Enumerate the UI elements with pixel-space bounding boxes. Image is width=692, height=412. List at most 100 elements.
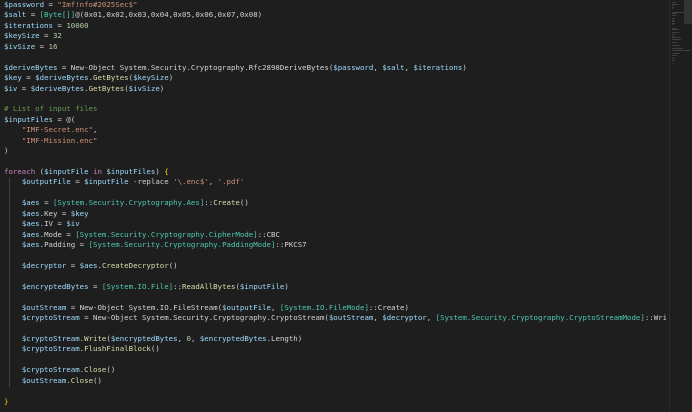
code-line[interactable]: $ivSize = 16 — [4, 42, 666, 52]
code-token: ::Create) — [368, 302, 409, 312]
code-token: = New-Object System.Security.Cryptograph… — [79, 313, 329, 323]
code-token: ) — [159, 83, 165, 93]
code-token: () — [93, 375, 102, 385]
code-line[interactable] — [4, 271, 666, 281]
code-line[interactable]: $iterations = 10000 — [4, 21, 666, 31]
code-token: , — [190, 334, 200, 343]
code-token: ) — [155, 167, 165, 176]
code-line[interactable]: "IMF-Secret.enc", — [4, 125, 666, 135]
code-token: = — [17, 83, 31, 93]
code-token: $aes — [79, 260, 98, 270]
code-line[interactable]: foreach ($inputFile in $inputFiles) { — [4, 167, 666, 177]
code-token: $inputFile — [84, 177, 129, 187]
code-token: '.pdf' — [217, 177, 245, 187]
code-token: , — [426, 313, 436, 323]
code-token: $keySize — [4, 31, 40, 41]
code-token: .IV = — [39, 219, 67, 229]
code-token: '\.enc$' — [173, 177, 209, 187]
minimap-line — [672, 45, 681, 47]
code-line[interactable]: $aes.Mode = [System.Security.Cryptograph… — [4, 230, 666, 240]
code-token: $inputFiles — [106, 167, 156, 176]
code-line[interactable] — [4, 292, 666, 302]
code-token: $encryptedBytes — [199, 334, 267, 343]
code-token: $inputFile — [239, 281, 285, 291]
code-line[interactable]: ) — [4, 146, 666, 156]
code-line[interactable]: $aes = [System.Security.Cryptography.Aes… — [4, 198, 666, 208]
code-line[interactable]: $inputFiles = @( — [4, 115, 666, 125]
code-token: $password — [4, 0, 45, 9]
code-line[interactable]: $iv = $deriveBytes.GetBytes($ivSize) — [4, 84, 666, 94]
code-token: $iterations — [413, 62, 463, 72]
code-token: $ivSize — [128, 83, 160, 93]
code-token: FlushFinalBlock — [84, 344, 151, 354]
code-token: # List of input files — [4, 104, 98, 114]
code-text-area[interactable]: $password = "Imf!nfo#2025Sec$" $salt = [B… — [4, 0, 666, 412]
code-token: () — [168, 260, 178, 270]
code-token: = — [21, 73, 36, 83]
code-line[interactable] — [4, 324, 666, 334]
code-line[interactable]: "IMF-Mission.enc" — [4, 136, 666, 146]
code-token: , — [373, 313, 383, 323]
code-token: $iv — [4, 83, 18, 93]
code-token: ::Write) — [644, 313, 666, 323]
minimap-slider[interactable] — [684, 0, 692, 24]
code-line[interactable]: $cryptoStream.Close() — [4, 365, 666, 375]
code-token: CreateDecryptor — [101, 260, 169, 270]
code-line[interactable]: $outputFile = $inputFile -replace '\.enc… — [4, 177, 666, 187]
code-token: .Padding = — [39, 240, 89, 250]
code-token: = — [52, 20, 67, 30]
code-line[interactable] — [4, 386, 666, 396]
code-line[interactable]: $deriveBytes = New-Object System.Securit… — [4, 63, 666, 73]
code-line[interactable]: $outStream.Close() — [4, 376, 666, 386]
code-token: $outStream — [21, 375, 67, 385]
code-token: [System.IO.FileMode] — [279, 302, 369, 312]
minimap[interactable] — [669, 0, 692, 412]
code-line[interactable]: $cryptoStream.FlushFinalBlock() — [4, 344, 666, 354]
code-token: } — [4, 396, 9, 406]
code-token: , — [373, 62, 383, 72]
code-line[interactable] — [4, 355, 666, 365]
code-line[interactable]: $password = "Imf!nfo#2025Sec$" — [4, 0, 666, 10]
code-line[interactable]: $cryptoStream = New-Object System.Securi… — [4, 313, 666, 323]
code-token: -replace — [128, 177, 174, 187]
code-line[interactable] — [4, 251, 666, 261]
code-token: $aes — [21, 208, 40, 218]
code-token: , — [208, 177, 218, 187]
code-token: $iterations — [4, 20, 53, 30]
code-line[interactable]: $key = $deriveBytes.GetBytes($keySize) — [4, 73, 666, 83]
code-line[interactable]: $salt = [Byte[]]@(0x01,0x02,0x03,0x04,0x… — [4, 10, 666, 20]
minimap-line — [672, 59, 676, 61]
code-line[interactable]: $aes.Padding = [System.Security.Cryptogr… — [4, 240, 666, 250]
code-line[interactable]: $cryptoStream.Write($encryptedBytes, 0, … — [4, 334, 666, 344]
code-token: = — [26, 10, 40, 20]
code-token: $outputFile — [21, 177, 71, 187]
code-line[interactable]: $decryptor = $aes.CreateDecryptor() — [4, 261, 666, 271]
code-line[interactable] — [4, 52, 666, 62]
code-line[interactable]: # List of input files — [4, 104, 666, 114]
code-line[interactable]: $aes.IV = $iv — [4, 219, 666, 229]
code-token: "IMF-Mission.enc" — [21, 135, 98, 145]
code-line[interactable] — [4, 157, 666, 167]
code-token: "IMF-Secret.enc" — [21, 125, 94, 135]
code-token: GetBytes — [88, 83, 125, 93]
minimap-line — [672, 29, 679, 31]
code-line[interactable]: $encryptedBytes = [System.IO.File]::Read… — [4, 282, 666, 292]
code-token: $ivSize — [4, 41, 36, 51]
code-line[interactable]: } — [4, 397, 666, 407]
code-token: $cryptoStream — [21, 334, 80, 343]
code-line[interactable] — [4, 188, 666, 198]
code-token: Create — [213, 198, 240, 208]
code-line[interactable]: $outStream = New-Object System.IO.FileSt… — [4, 303, 666, 313]
code-token: Write — [84, 334, 107, 343]
code-line[interactable]: $aes.Key = $key — [4, 209, 666, 219]
code-token: $inputFiles — [4, 114, 53, 124]
code-line[interactable] — [4, 94, 666, 104]
code-editor[interactable]: $password = "Imf!nfo#2025Sec$" $salt = [B… — [0, 0, 692, 412]
code-line[interactable]: $keySize = 32 — [4, 31, 666, 41]
